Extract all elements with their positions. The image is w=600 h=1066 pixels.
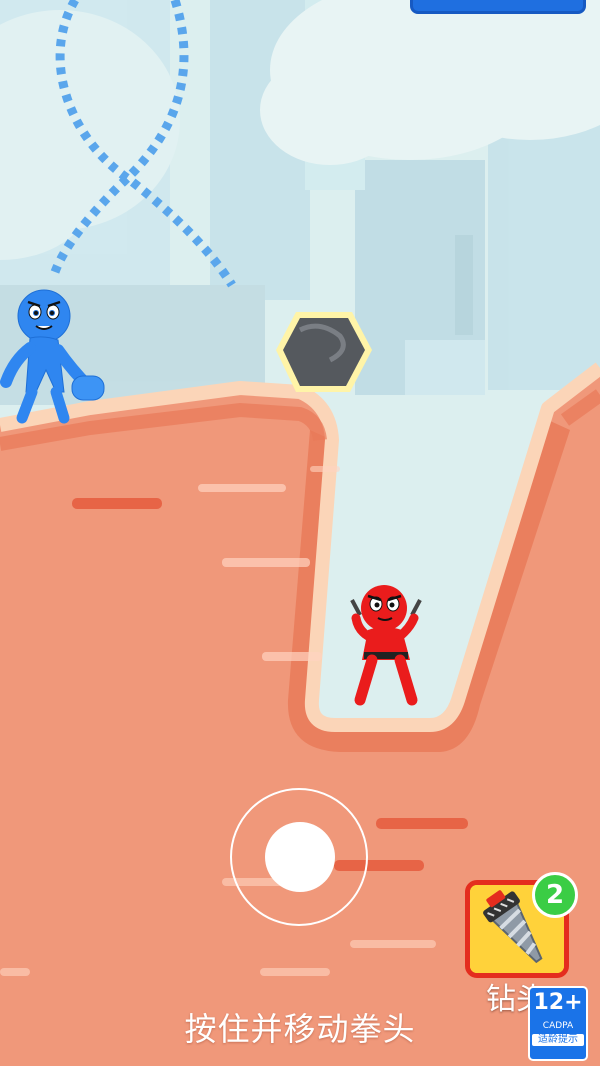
age-rating-badge: 12+ CADPA 适龄提示 — [528, 986, 588, 1061]
powerup-count-badge: 2 — [532, 872, 578, 918]
joystick-knob[interactable] — [265, 822, 335, 892]
age-rating: 12+ — [533, 990, 583, 1015]
age-rating-label: 适龄提示 — [532, 1034, 584, 1046]
age-rating-organization: CADPA — [542, 1021, 574, 1031]
top-progress-bar — [410, 0, 586, 14]
